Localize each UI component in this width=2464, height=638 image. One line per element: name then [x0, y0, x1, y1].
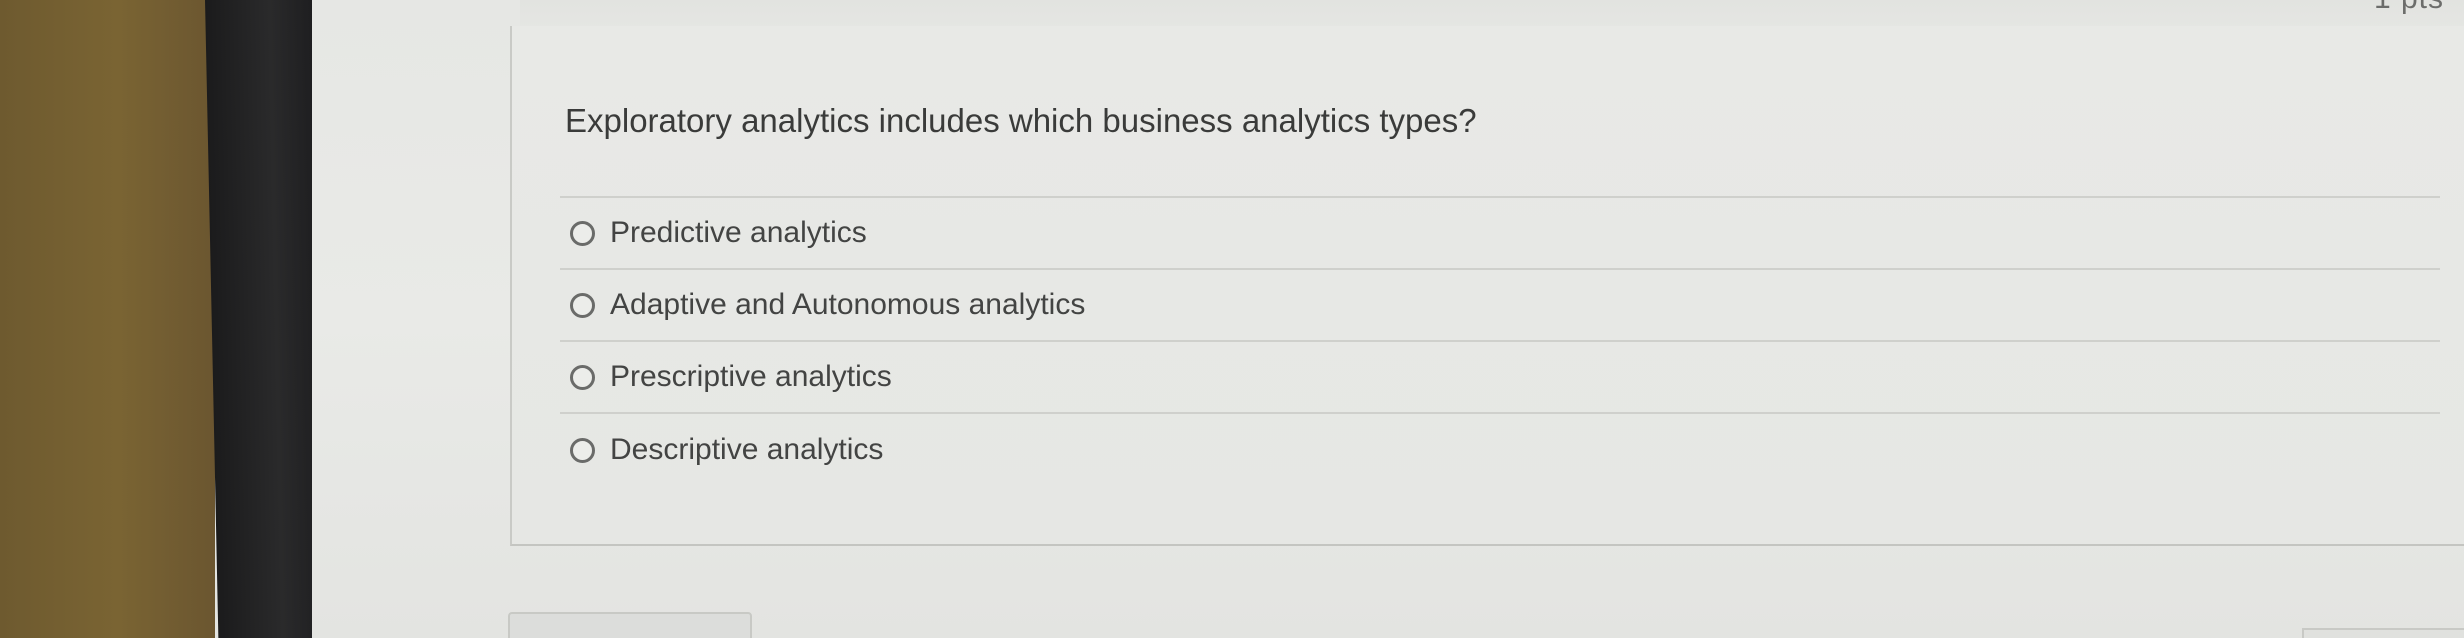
monitor-bezel — [205, 0, 327, 638]
answer-option-predictive[interactable]: Predictive analytics — [560, 198, 2440, 270]
radio-button-icon[interactable] — [570, 292, 595, 318]
answer-label[interactable]: Adaptive and Autonomous analytics — [610, 288, 1085, 322]
next-question-card-edge — [508, 612, 752, 638]
answer-label[interactable]: Predictive analytics — [610, 216, 867, 250]
points-label: 1 pts — [2374, 0, 2444, 16]
answer-label[interactable]: Prescriptive analytics — [610, 360, 892, 394]
radio-button-icon[interactable] — [570, 220, 595, 246]
question-text: Exploratory analytics includes which bus… — [565, 102, 1477, 139]
radio-button-icon[interactable] — [570, 437, 595, 463]
answer-option-descriptive[interactable]: Descriptive analytics — [560, 414, 2440, 486]
next-question-card-edge-right — [2302, 628, 2464, 638]
radio-button-icon[interactable] — [570, 364, 595, 390]
answer-label[interactable]: Descriptive analytics — [610, 433, 883, 467]
answer-list: Predictive analytics Adaptive and Autono… — [560, 196, 2440, 486]
answer-option-prescriptive[interactable]: Prescriptive analytics — [560, 342, 2440, 414]
desk-background — [0, 0, 215, 638]
answer-option-adaptive-autonomous[interactable]: Adaptive and Autonomous analytics — [560, 270, 2440, 342]
